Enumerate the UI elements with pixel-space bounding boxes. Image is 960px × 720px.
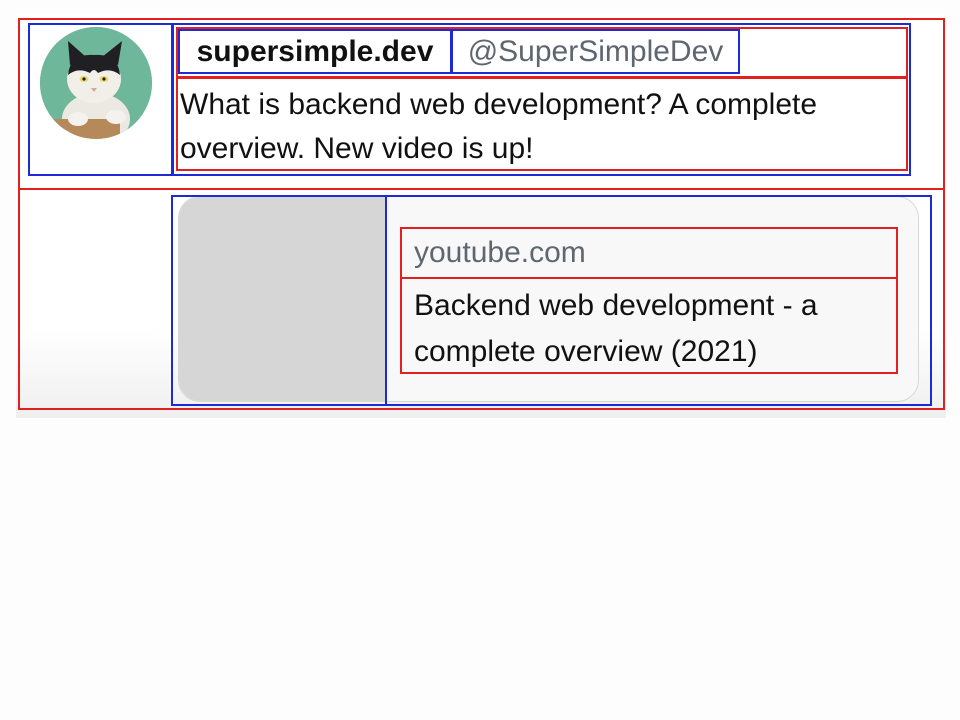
- author-name[interactable]: supersimple.dev: [178, 29, 452, 74]
- cat-avatar-icon: [40, 27, 152, 139]
- avatar[interactable]: [40, 27, 152, 139]
- tweet-text: What is backend web development? A compl…: [176, 77, 908, 171]
- author-handle[interactable]: @SuperSimpleDev: [451, 29, 740, 74]
- link-preview-title[interactable]: Backend web development - a complete ove…: [400, 277, 898, 374]
- link-preview-domain: youtube.com: [400, 227, 898, 279]
